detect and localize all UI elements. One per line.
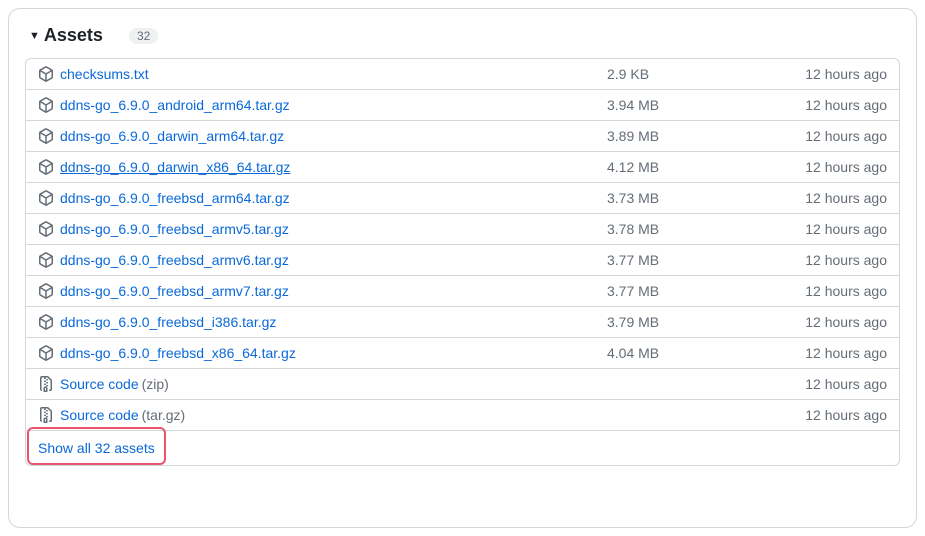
asset-link[interactable]: ddns-go_6.9.0_darwin_arm64.tar.gz bbox=[60, 128, 284, 144]
asset-size: 3.73 MB bbox=[607, 190, 787, 206]
asset-name-cell: ddns-go_6.9.0_freebsd_armv7.tar.gz bbox=[38, 283, 607, 299]
asset-time: 12 hours ago bbox=[787, 314, 887, 330]
asset-row: Source code(zip) 12 hours ago bbox=[26, 369, 899, 400]
asset-row: checksums.txt 2.9 KB12 hours ago bbox=[26, 59, 899, 90]
asset-link[interactable]: ddns-go_6.9.0_freebsd_x86_64.tar.gz bbox=[60, 345, 296, 361]
asset-link[interactable]: ddns-go_6.9.0_freebsd_armv6.tar.gz bbox=[60, 252, 289, 268]
asset-name-cell: ddns-go_6.9.0_freebsd_i386.tar.gz bbox=[38, 314, 607, 330]
asset-name-cell: ddns-go_6.9.0_android_arm64.tar.gz bbox=[38, 97, 607, 113]
package-icon bbox=[38, 221, 54, 237]
asset-time: 12 hours ago bbox=[787, 283, 887, 299]
asset-row: ddns-go_6.9.0_freebsd_armv7.tar.gz 3.77 M… bbox=[26, 276, 899, 307]
package-icon bbox=[38, 283, 54, 299]
asset-time: 12 hours ago bbox=[787, 128, 887, 144]
asset-size: 3.78 MB bbox=[607, 221, 787, 237]
package-icon bbox=[38, 66, 54, 82]
file-zip-icon bbox=[38, 376, 54, 392]
asset-size: 3.77 MB bbox=[607, 283, 787, 299]
asset-time: 12 hours ago bbox=[787, 97, 887, 113]
asset-size: 2.9 KB bbox=[607, 66, 787, 82]
asset-row: ddns-go_6.9.0_freebsd_armv5.tar.gz 3.78 M… bbox=[26, 214, 899, 245]
asset-name-cell: ddns-go_6.9.0_freebsd_armv5.tar.gz bbox=[38, 221, 607, 237]
assets-title: ▼ Assets bbox=[29, 25, 103, 46]
asset-size: 4.12 MB bbox=[607, 159, 787, 175]
asset-size: 3.89 MB bbox=[607, 128, 787, 144]
asset-row: ddns-go_6.9.0_freebsd_armv6.tar.gz 3.77 M… bbox=[26, 245, 899, 276]
asset-name-cell: Source code(zip) bbox=[38, 376, 607, 392]
assets-card: ▼ Assets 32 checksums.txt2.9 KB12 hours … bbox=[8, 8, 917, 528]
asset-row: ddns-go_6.9.0_freebsd_arm64.tar.gz 3.73 M… bbox=[26, 183, 899, 214]
asset-link[interactable]: Source code bbox=[60, 376, 139, 392]
show-all-assets-link[interactable]: Show all 32 assets bbox=[38, 440, 155, 456]
asset-row: ddns-go_6.9.0_darwin_arm64.tar.gz 3.89 MB… bbox=[26, 121, 899, 152]
package-icon bbox=[38, 190, 54, 206]
asset-name-cell: ddns-go_6.9.0_darwin_x86_64.tar.gz bbox=[38, 159, 607, 175]
asset-link[interactable]: ddns-go_6.9.0_darwin_x86_64.tar.gz bbox=[60, 159, 290, 175]
assets-count-badge: 32 bbox=[129, 28, 158, 44]
package-icon bbox=[38, 97, 54, 113]
asset-name-cell: checksums.txt bbox=[38, 66, 607, 82]
asset-time: 12 hours ago bbox=[787, 190, 887, 206]
asset-format: (tar.gz) bbox=[142, 407, 186, 423]
file-zip-icon bbox=[38, 407, 54, 423]
package-icon bbox=[38, 345, 54, 361]
asset-time: 12 hours ago bbox=[787, 221, 887, 237]
asset-link[interactable]: ddns-go_6.9.0_freebsd_i386.tar.gz bbox=[60, 314, 276, 330]
asset-name-cell: ddns-go_6.9.0_freebsd_x86_64.tar.gz bbox=[38, 345, 607, 361]
caret-down-icon: ▼ bbox=[29, 30, 40, 42]
asset-row: ddns-go_6.9.0_freebsd_x86_64.tar.gz 4.04 … bbox=[26, 338, 899, 369]
asset-name-cell: ddns-go_6.9.0_freebsd_arm64.tar.gz bbox=[38, 190, 607, 206]
asset-link[interactable]: checksums.txt bbox=[60, 66, 149, 82]
package-icon bbox=[38, 159, 54, 175]
assets-list: checksums.txt2.9 KB12 hours agoddns-go_6… bbox=[25, 58, 900, 466]
asset-link[interactable]: Source code bbox=[60, 407, 139, 423]
assets-header[interactable]: ▼ Assets 32 bbox=[25, 25, 900, 46]
asset-link[interactable]: ddns-go_6.9.0_freebsd_arm64.tar.gz bbox=[60, 190, 290, 206]
asset-time: 12 hours ago bbox=[787, 159, 887, 175]
asset-row: ddns-go_6.9.0_freebsd_i386.tar.gz 3.79 MB… bbox=[26, 307, 899, 338]
asset-name-cell: Source code(tar.gz) bbox=[38, 407, 607, 423]
package-icon bbox=[38, 314, 54, 330]
asset-row: ddns-go_6.9.0_darwin_x86_64.tar.gz 4.12 M… bbox=[26, 152, 899, 183]
asset-size: 3.79 MB bbox=[607, 314, 787, 330]
asset-size: 4.04 MB bbox=[607, 345, 787, 361]
asset-link[interactable]: ddns-go_6.9.0_android_arm64.tar.gz bbox=[60, 97, 290, 113]
asset-row: Source code(tar.gz) 12 hours ago bbox=[26, 400, 899, 431]
asset-time: 12 hours ago bbox=[787, 407, 887, 423]
asset-name-cell: ddns-go_6.9.0_darwin_arm64.tar.gz bbox=[38, 128, 607, 144]
asset-time: 12 hours ago bbox=[787, 252, 887, 268]
asset-link[interactable]: ddns-go_6.9.0_freebsd_armv5.tar.gz bbox=[60, 221, 289, 237]
asset-size: 3.77 MB bbox=[607, 252, 787, 268]
assets-title-text: Assets bbox=[44, 25, 103, 46]
asset-name-cell: ddns-go_6.9.0_freebsd_armv6.tar.gz bbox=[38, 252, 607, 268]
asset-row: ddns-go_6.9.0_android_arm64.tar.gz 3.94 M… bbox=[26, 90, 899, 121]
asset-link[interactable]: ddns-go_6.9.0_freebsd_armv7.tar.gz bbox=[60, 283, 289, 299]
show-all-row: Show all 32 assets bbox=[26, 431, 899, 465]
asset-time: 12 hours ago bbox=[787, 376, 887, 392]
asset-format: (zip) bbox=[142, 376, 169, 392]
package-icon bbox=[38, 252, 54, 268]
asset-size: 3.94 MB bbox=[607, 97, 787, 113]
asset-time: 12 hours ago bbox=[787, 66, 887, 82]
package-icon bbox=[38, 128, 54, 144]
asset-time: 12 hours ago bbox=[787, 345, 887, 361]
